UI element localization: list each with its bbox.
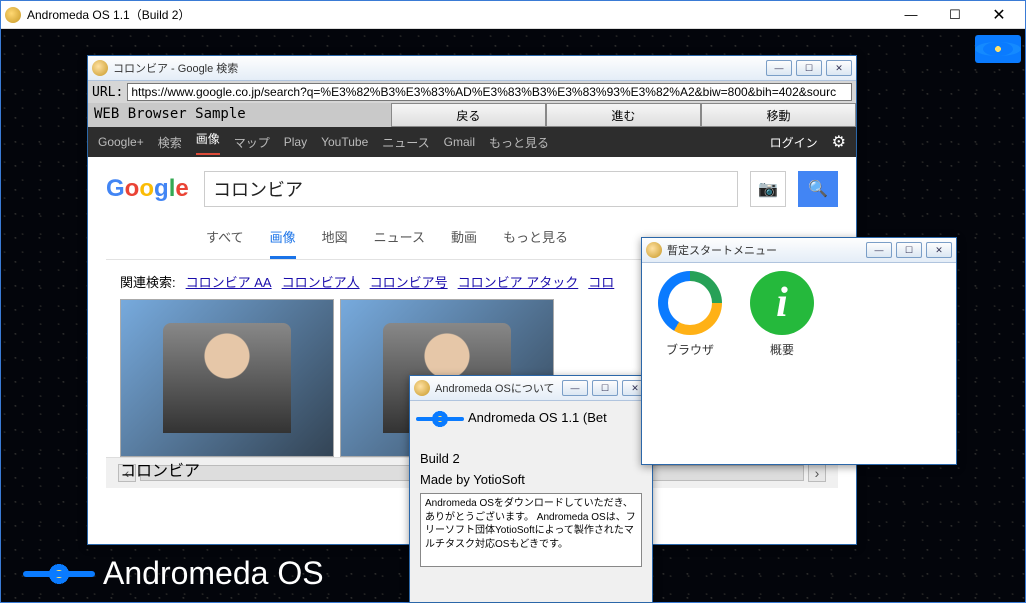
start-item-about[interactable]: i 概要 <box>744 271 820 358</box>
nav-news[interactable]: ニュース <box>382 134 429 151</box>
tab-images[interactable]: 画像 <box>270 227 296 259</box>
andromeda-logo-icon <box>29 559 89 589</box>
google-nav: Google+ 検索 画像 マップ Play YouTube ニュース Gmai… <box>88 127 856 157</box>
nav-maps[interactable]: マップ <box>234 134 270 151</box>
tab-video[interactable]: 動画 <box>451 227 477 259</box>
browser-app-icon <box>658 271 722 335</box>
related-link[interactable]: コロ <box>588 272 614 291</box>
forward-button[interactable]: 進む <box>546 103 701 127</box>
camera-icon[interactable]: 📷 <box>750 171 786 207</box>
startmenu-window[interactable]: 暫定スタートメニュー — ☐ ✕ ブラウザ i 概要 <box>641 237 957 465</box>
tab-more[interactable]: もっと見る <box>503 227 568 259</box>
browser-window-title: コロンビア - Google 検索 <box>113 60 766 76</box>
url-row: URL: <box>88 81 856 103</box>
tab-maps[interactable]: 地図 <box>322 227 348 259</box>
outer-titlebar[interactable]: Andromeda OS 1.1（Build 2） — ☐ ✕ <box>1 1 1025 29</box>
google-logo[interactable]: Google <box>106 172 192 206</box>
startmenu-window-title: 暫定スタートメニュー <box>667 242 866 258</box>
nav-more[interactable]: もっと見る <box>489 134 549 151</box>
browser-max-button[interactable]: ☐ <box>796 60 822 76</box>
start-item-browser[interactable]: ブラウザ <box>652 271 728 358</box>
startmenu-titlebar[interactable]: 暫定スタートメニュー — ☐ ✕ <box>642 238 956 263</box>
about-window-title: Andromeda OSについて <box>435 380 562 396</box>
outer-window: Andromeda OS 1.1（Build 2） — ☐ ✕ コロンビア - … <box>0 0 1026 603</box>
outer-close-button[interactable]: ✕ <box>977 1 1021 29</box>
start-item-label: ブラウザ <box>652 341 728 358</box>
browser-close-button[interactable]: ✕ <box>826 60 852 76</box>
related-label: 関連検索: <box>120 272 176 291</box>
outer-max-button[interactable]: ☐ <box>933 1 977 29</box>
outer-title: Andromeda OS 1.1（Build 2） <box>27 6 889 23</box>
browser-min-button[interactable]: — <box>766 60 792 76</box>
startmenu-max-button[interactable]: ☐ <box>896 242 922 258</box>
startmenu-min-button[interactable]: — <box>866 242 892 258</box>
about-window-icon <box>414 380 430 396</box>
related-link[interactable]: コロンビア アタック <box>458 272 579 291</box>
nav-play[interactable]: Play <box>284 135 307 149</box>
sample-label: WEB Browser Sample <box>88 103 391 127</box>
tab-news[interactable]: ニュース <box>374 227 425 259</box>
related-link[interactable]: コロンビア AA <box>186 272 272 291</box>
search-input[interactable]: コロンビア <box>204 171 738 207</box>
about-min-button[interactable]: — <box>562 380 588 396</box>
corner-badge-icon <box>975 35 1021 63</box>
thumb-caption: コロンビア <box>120 457 334 481</box>
browser-titlebar[interactable]: コロンビア - Google 検索 — ☐ ✕ <box>88 56 856 81</box>
about-author: Made by YotioSoft <box>420 472 642 487</box>
browser-window-icon <box>92 60 108 76</box>
search-button[interactable]: 🔍 <box>798 171 838 207</box>
nav-google-plus[interactable]: Google+ <box>98 135 144 149</box>
about-version: Andromeda OS 1.1 (Bet <box>468 410 607 425</box>
start-item-label: 概要 <box>744 341 820 358</box>
app-icon <box>5 7 21 23</box>
about-description[interactable]: Andromeda OSをダウンロードしていただき、ありがとうございます。 An… <box>420 493 642 567</box>
tab-all[interactable]: すべて <box>206 227 244 259</box>
login-link[interactable]: ログイン <box>770 134 818 151</box>
related-link[interactable]: コロンビア号 <box>370 272 448 291</box>
desktop[interactable]: コロンビア - Google 検索 — ☐ ✕ URL: WEB Browser… <box>1 29 1025 602</box>
about-window[interactable]: Andromeda OSについて — ☐ ✕ Andromeda OS 1.1 … <box>409 375 653 603</box>
startmenu-window-icon <box>646 242 662 258</box>
nav-gmail[interactable]: Gmail <box>444 135 475 149</box>
desktop-logo-text: Andromeda OS <box>103 555 324 592</box>
scroll-right-icon[interactable]: › <box>808 464 826 482</box>
related-link[interactable]: コロンビア人 <box>282 272 360 291</box>
about-build: Build 2 <box>420 451 642 466</box>
outer-min-button[interactable]: — <box>889 1 933 29</box>
url-label: URL: <box>92 85 123 100</box>
about-titlebar[interactable]: Andromeda OSについて — ☐ ✕ <box>410 376 652 401</box>
nav-youtube[interactable]: YouTube <box>321 135 368 149</box>
nav-images[interactable]: 画像 <box>196 130 220 155</box>
startmenu-close-button[interactable]: ✕ <box>926 242 952 258</box>
gear-icon[interactable]: ⚙ <box>832 132 846 152</box>
nav-search[interactable]: 検索 <box>158 134 182 151</box>
andromeda-logo-icon <box>420 409 460 429</box>
move-button[interactable]: 移動 <box>701 103 856 127</box>
back-button[interactable]: 戻る <box>391 103 546 127</box>
url-input[interactable] <box>127 83 852 101</box>
image-result[interactable] <box>120 299 334 457</box>
info-app-icon: i <box>750 271 814 335</box>
desktop-logo: Andromeda OS <box>29 555 324 592</box>
about-max-button[interactable]: ☐ <box>592 380 618 396</box>
